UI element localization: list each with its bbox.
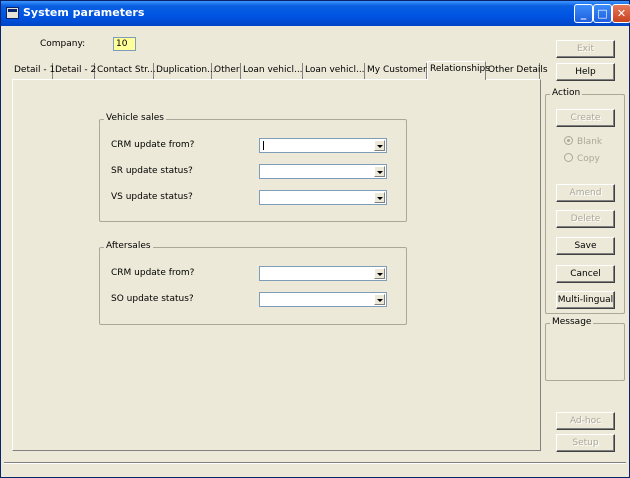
action-title: Action [550,88,583,98]
tab-other-details[interactable]: Other Details [486,63,548,80]
action-group: Action Create Blank Copy Amend Delete Sa… [545,88,625,314]
multilingual-button[interactable]: Multi-lingual [556,291,615,309]
maximize-button[interactable]: □ [593,4,612,23]
setup-button[interactable]: Setup [556,434,615,452]
text-cursor [263,141,264,150]
radio-icon [564,153,573,162]
cancel-button[interactable]: Cancel [556,265,615,283]
close-button[interactable]: ✕ [612,4,630,23]
blank-radio-label: Blank [577,137,603,147]
delete-button[interactable]: Delete [556,210,615,228]
maximize-icon: □ [597,7,608,20]
help-button[interactable]: Help [556,63,615,81]
copy-radio-label: Copy [577,154,600,164]
tab-detail-1[interactable]: Detail - 1 [12,63,55,80]
dropdown-arrow-icon[interactable] [374,192,385,203]
amend-button[interactable]: Amend [556,184,615,202]
vs-update-status-select[interactable] [259,190,387,205]
status-divider [4,463,626,464]
create-button[interactable]: Create [556,109,615,127]
message-group: Message [545,317,625,381]
relationships-panel: Vehicle sales CRM update from? SR update… [12,79,541,451]
so-update-status-label: SO update status? [111,294,194,304]
as-crm-update-select[interactable] [259,266,387,281]
tab-contact-strategy[interactable]: Contact Str... [95,63,156,80]
vs-crm-update-label: CRM update from? [111,140,195,150]
tab-loan-vehicle-1[interactable]: Loan vehicl... [241,63,303,80]
save-button[interactable]: Save [556,237,615,255]
sr-update-status-label: SR update status? [111,166,193,176]
company-label: Company: [40,39,86,49]
vehicle-sales-group: Vehicle sales CRM update from? SR update… [99,113,407,222]
app-icon [6,7,19,19]
tab-loan-vehicle-2[interactable]: Loan vehicl... [303,63,365,80]
company-field[interactable]: 10 [113,37,136,51]
aftersales-group: Aftersales CRM update from? SO update st… [99,241,407,325]
minimize-button[interactable]: _ [574,4,593,23]
close-icon: ✕ [616,7,627,20]
dropdown-arrow-icon[interactable] [374,140,385,151]
exit-button[interactable]: Exit [556,40,615,58]
radio-selected-icon [564,136,573,145]
vehicle-sales-title: Vehicle sales [104,113,166,123]
copy-radio[interactable]: Copy [564,153,600,164]
tab-my-customers[interactable]: My Customers [365,63,431,80]
tab-relationships[interactable]: Relationships [427,61,490,80]
blank-radio[interactable]: Blank [564,136,602,147]
sr-update-status-select[interactable] [259,164,387,179]
vs-update-status-label: VS update status? [111,192,193,202]
vs-crm-update-select[interactable] [259,138,387,153]
dropdown-arrow-icon[interactable] [374,166,385,177]
aftersales-title: Aftersales [104,241,153,251]
minimize-icon: _ [580,7,587,20]
tab-duplication[interactable]: Duplication... [154,63,216,80]
status-bar [4,462,626,475]
tab-detail-2[interactable]: Detail - 2 [53,63,96,80]
as-crm-update-label: CRM update from? [111,268,195,278]
title-bar[interactable]: System parameters _ □ ✕ [1,1,630,26]
message-title: Message [550,317,594,327]
tab-other[interactable]: Other [212,63,241,80]
so-update-status-select[interactable] [259,292,387,307]
dropdown-arrow-icon[interactable] [374,268,385,279]
window-title: System parameters [23,6,145,19]
adhoc-button[interactable]: Ad-hoc [556,412,615,430]
dropdown-arrow-icon[interactable] [374,294,385,305]
system-parameters-window: System parameters _ □ ✕ Company: 10 Exit… [0,0,630,478]
